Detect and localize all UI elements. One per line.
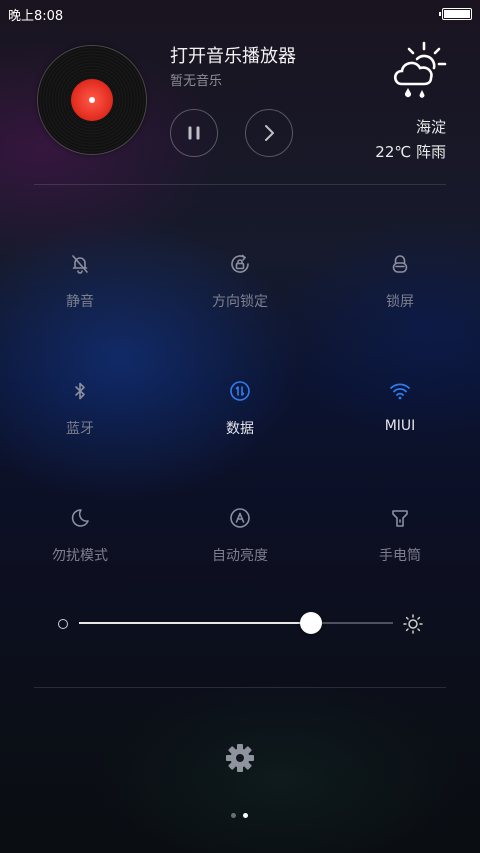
toggle-wifi-label: MIUI <box>384 418 416 434</box>
mobile-data-icon <box>230 381 250 401</box>
next-button[interactable] <box>245 109 293 157</box>
page-indicator-dot-1 <box>231 813 236 818</box>
brightness-high-icon <box>403 614 423 634</box>
page-indicator-dot-2 <box>243 813 248 818</box>
status-time: 晚上8:08 <box>8 9 64 24</box>
toggle-mute[interactable]: 静音 <box>20 253 140 323</box>
battery-icon <box>439 8 472 20</box>
toggle-rotation-lock[interactable]: 方向锁定 <box>180 253 300 323</box>
music-title[interactable]: 打开音乐播放器 <box>170 42 296 68</box>
toggle-wifi[interactable]: MIUI <box>340 380 460 450</box>
flashlight-icon <box>392 510 408 527</box>
toggle-mobile-data-label: 数据 <box>226 421 254 437</box>
cloud-sun-rain-icon[interactable] <box>388 40 448 100</box>
brightness-low-icon <box>58 619 68 629</box>
moon-icon <box>71 509 89 527</box>
status-bar: 晚上8:08 <box>0 0 480 26</box>
rotation-lock-icon <box>231 254 249 273</box>
brightness-fill <box>79 622 312 624</box>
divider <box>34 687 446 688</box>
lock-screen-icon <box>392 255 408 273</box>
next-icon <box>265 125 274 141</box>
toggle-flashlight-label: 手电筒 <box>379 548 421 564</box>
auto-brightness-icon <box>230 508 250 528</box>
divider <box>34 184 446 185</box>
pause-icon <box>188 126 200 140</box>
toggle-bluetooth[interactable]: 蓝牙 <box>20 380 140 450</box>
weather-location[interactable]: 海淀 <box>416 116 446 137</box>
toggle-do-not-disturb[interactable]: 勿扰模式 <box>20 507 140 577</box>
pause-button[interactable] <box>170 109 218 157</box>
toggle-auto-brightness[interactable]: 自动亮度 <box>180 507 300 577</box>
mute-bell-icon <box>72 255 88 274</box>
toggle-bluetooth-label: 蓝牙 <box>66 421 94 437</box>
toggle-mute-label: 静音 <box>66 294 94 310</box>
music-subtitle: 暂无音乐 <box>170 74 223 89</box>
bluetooth-icon <box>75 382 85 400</box>
toggle-auto-brightness-label: 自动亮度 <box>212 548 268 564</box>
brightness-thumb[interactable] <box>300 612 323 634</box>
toggle-flashlight[interactable]: 手电筒 <box>340 507 460 577</box>
wifi-icon <box>390 383 410 400</box>
brightness-slider[interactable] <box>79 612 393 634</box>
toggle-lock-screen[interactable]: 锁屏 <box>340 253 460 323</box>
toggle-mobile-data[interactable]: 数据 <box>180 380 300 450</box>
vinyl-disc-icon[interactable] <box>38 46 146 154</box>
toggle-rotation-lock-label: 方向锁定 <box>212 294 268 310</box>
toggle-lock-screen-label: 锁屏 <box>386 294 414 310</box>
settings-gear-icon[interactable] <box>224 742 256 774</box>
weather-temperature[interactable]: 22℃ 阵雨 <box>375 141 446 162</box>
toggle-do-not-disturb-label: 勿扰模式 <box>52 548 108 564</box>
